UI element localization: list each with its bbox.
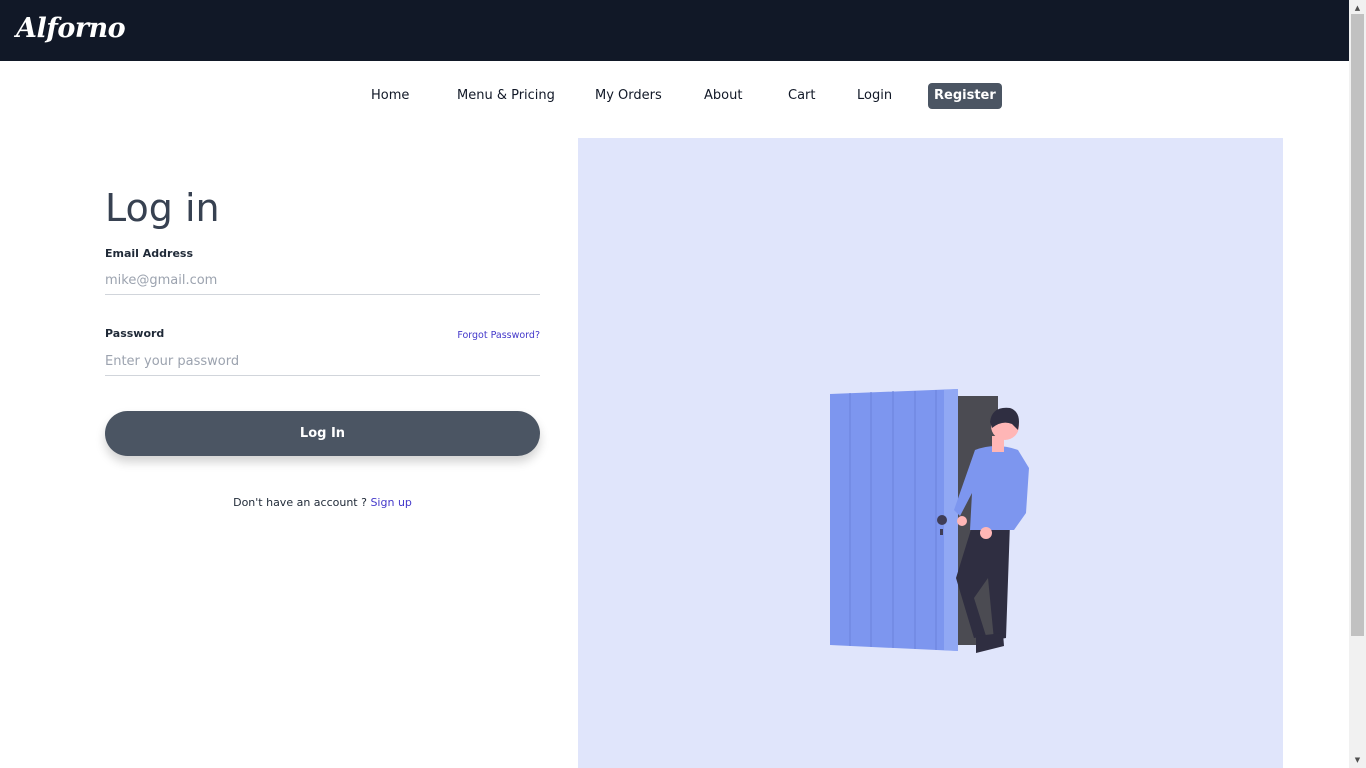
password-label: Password [105,327,165,340]
email-input[interactable] [105,267,540,295]
door-knob-shape [937,515,947,525]
login-submit-button[interactable]: Log In [105,411,540,456]
nav-register-button[interactable]: Register [928,83,1002,109]
nav-home-link[interactable]: Home [371,83,409,109]
main-navigation: Home Menu & Pricing My Orders About Cart… [0,83,1349,109]
nav-my-orders-link[interactable]: My Orders [595,83,662,109]
nav-login-link[interactable]: Login [857,83,892,109]
nav-about-link[interactable]: About [704,83,742,109]
signup-link[interactable]: Sign up [370,496,411,509]
person-opening-door-illustration [830,389,1029,653]
email-label: Email Address [105,247,194,260]
signup-prompt-text: Don't have an account ? [233,496,367,509]
scrollbar-thumb[interactable] [1351,14,1364,636]
top-header-bar: Alforno [0,0,1349,61]
nav-menu-pricing-link[interactable]: Menu & Pricing [457,83,555,109]
password-input[interactable] [105,348,540,376]
signup-prompt: Don't have an account ? Sign up [105,496,540,509]
nav-cart-link[interactable]: Cart [788,83,816,109]
page-title: Log in [105,186,220,230]
scroll-up-arrow-icon[interactable]: ▲ [1351,2,1364,14]
forgot-password-link[interactable]: Forgot Password? [457,330,540,341]
scroll-down-arrow-icon[interactable]: ▼ [1351,754,1364,766]
login-illustration-panel [578,138,1283,768]
brand-logo[interactable]: Alforno [16,13,126,44]
